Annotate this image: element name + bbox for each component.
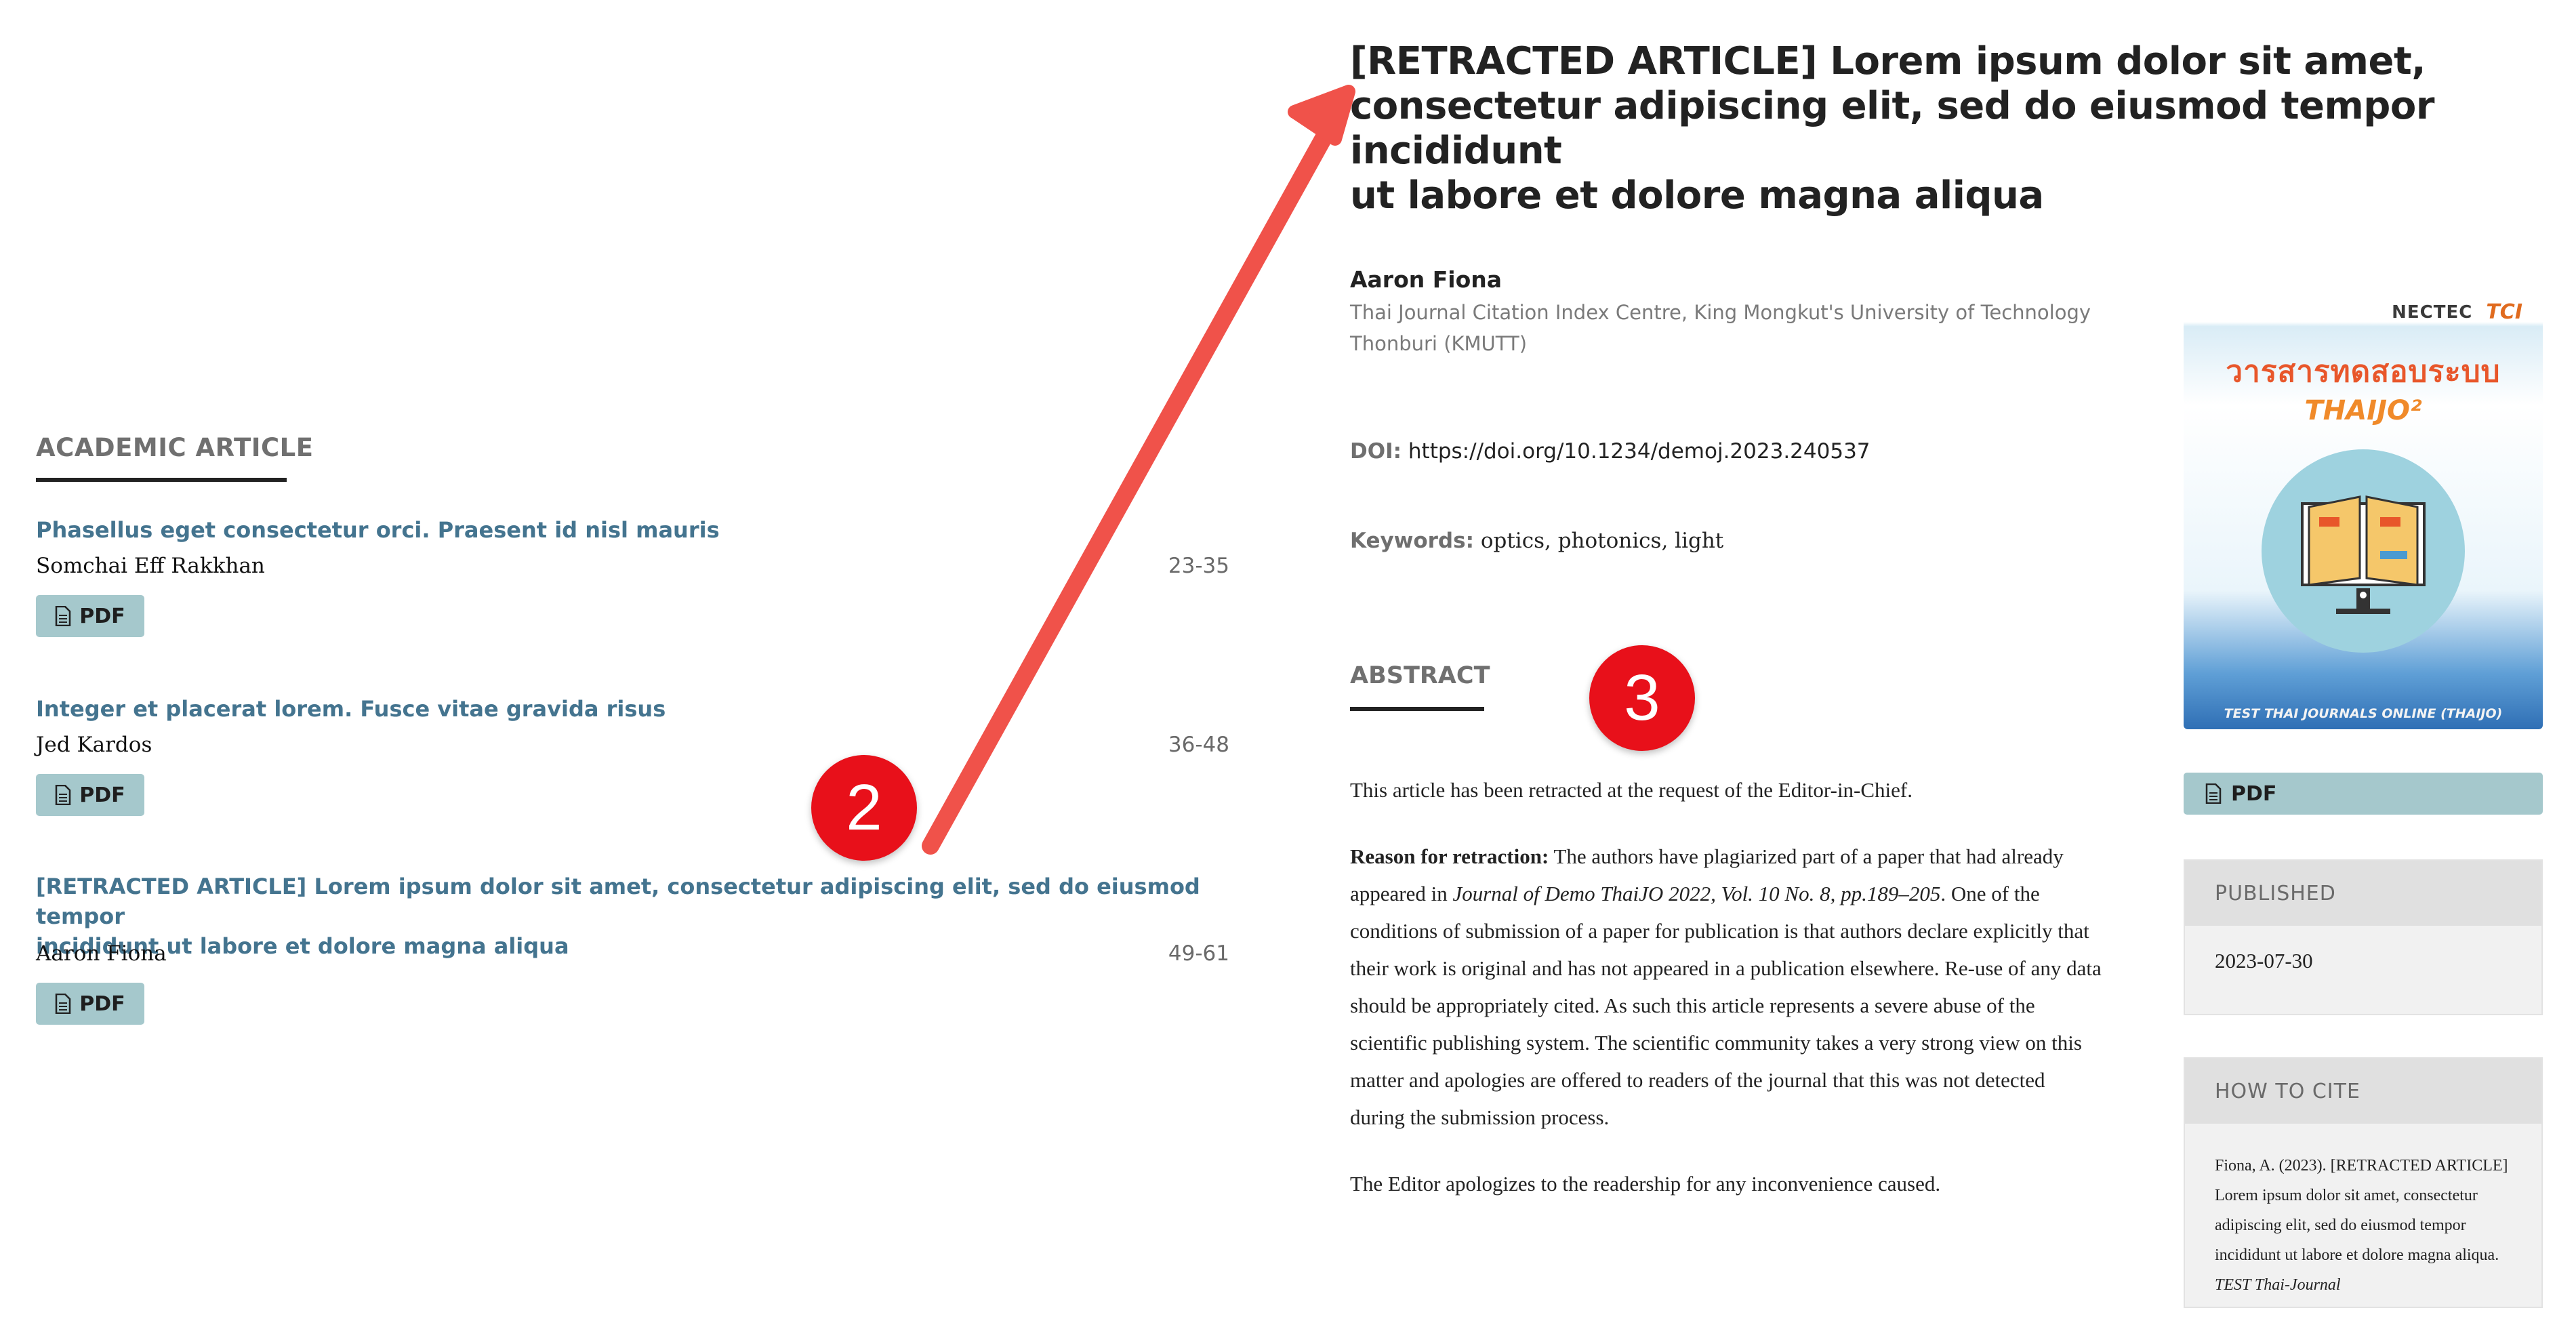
annotation-badge-2: 2	[811, 755, 917, 861]
annotation-badge-3: 3	[1589, 645, 1695, 751]
annotation-arrow	[922, 85, 1355, 855]
